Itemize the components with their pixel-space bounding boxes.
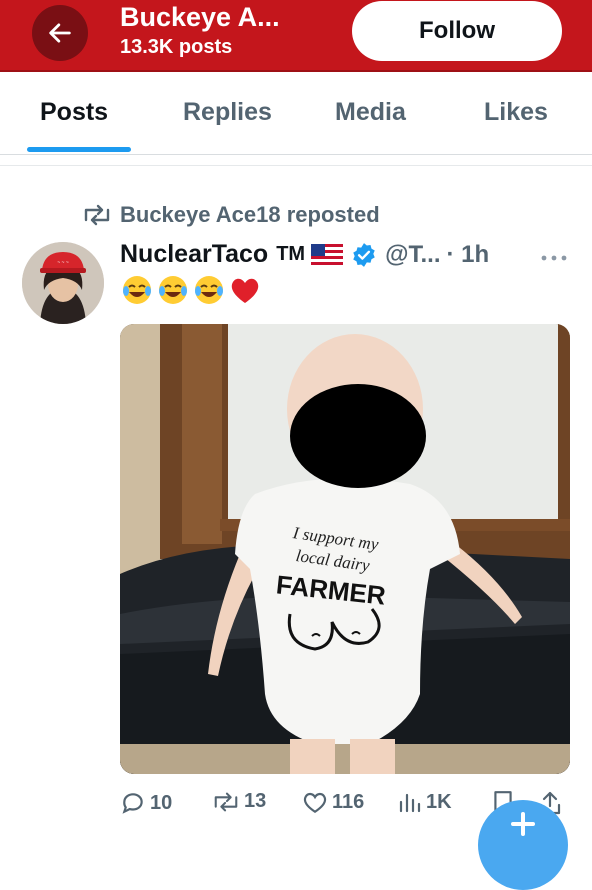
laughing-emoji-icon bbox=[195, 276, 223, 304]
verified-badge-icon bbox=[353, 242, 375, 267]
like-count: 116 bbox=[332, 790, 365, 813]
author-line: NuclearTaco TM @T... · 1h bbox=[120, 240, 489, 269]
repost-label: Buckeye Ace18 reposted bbox=[120, 202, 380, 227]
tab-posts[interactable]: Posts bbox=[40, 98, 108, 127]
post-text bbox=[120, 274, 262, 306]
svg-text:~ ~ ~: ~ ~ ~ bbox=[57, 260, 69, 266]
post-image[interactable]: I support my local dairy FARMER bbox=[120, 324, 570, 774]
avatar[interactable]: ~ ~ ~ bbox=[22, 242, 104, 324]
more-dots-icon bbox=[541, 255, 567, 261]
views-button[interactable]: 1K bbox=[398, 790, 452, 814]
red-heart-icon bbox=[231, 278, 259, 303]
follow-button[interactable]: Follow bbox=[352, 1, 562, 61]
profile-tabs: Posts Replies Media Likes bbox=[0, 72, 592, 155]
plus-icon bbox=[511, 812, 535, 836]
more-options-button[interactable] bbox=[540, 250, 568, 268]
repost-icon bbox=[84, 204, 110, 226]
views-count: 1K bbox=[426, 790, 452, 813]
repost-context[interactable]: Buckeye Ace18 reposted bbox=[82, 202, 380, 228]
profile-header: Buckeye A... 13.3K posts Follow bbox=[0, 0, 592, 72]
reply-count: 10 bbox=[150, 791, 173, 814]
author-handle[interactable]: @T... bbox=[385, 241, 440, 269]
active-tab-indicator bbox=[27, 147, 131, 152]
us-flag-icon bbox=[311, 243, 344, 266]
laughing-emoji-icon bbox=[159, 276, 187, 304]
profile-title: Buckeye A... bbox=[120, 2, 280, 32]
post-time[interactable]: · 1h bbox=[447, 241, 490, 269]
tab-media[interactable]: Media bbox=[335, 98, 406, 127]
repost-button[interactable]: 13 bbox=[212, 790, 266, 813]
heart-icon bbox=[303, 792, 327, 814]
laughing-emoji-icon bbox=[123, 276, 151, 304]
reply-button[interactable]: 10 bbox=[120, 790, 172, 816]
repost-icon bbox=[214, 792, 238, 811]
compose-button[interactable] bbox=[478, 800, 568, 890]
divider bbox=[0, 165, 592, 166]
author-tm: TM bbox=[276, 243, 306, 265]
repost-count: 13 bbox=[244, 790, 267, 812]
reply-icon bbox=[122, 793, 143, 814]
arrow-left-icon bbox=[49, 23, 71, 43]
like-button[interactable]: 116 bbox=[302, 790, 364, 814]
views-icon bbox=[399, 793, 421, 813]
author-name[interactable]: NuclearTaco bbox=[120, 240, 268, 269]
tab-replies[interactable]: Replies bbox=[183, 98, 272, 127]
tab-likes[interactable]: Likes bbox=[484, 98, 548, 127]
back-button[interactable] bbox=[32, 5, 88, 61]
post-count: 13.3K posts bbox=[120, 36, 233, 58]
